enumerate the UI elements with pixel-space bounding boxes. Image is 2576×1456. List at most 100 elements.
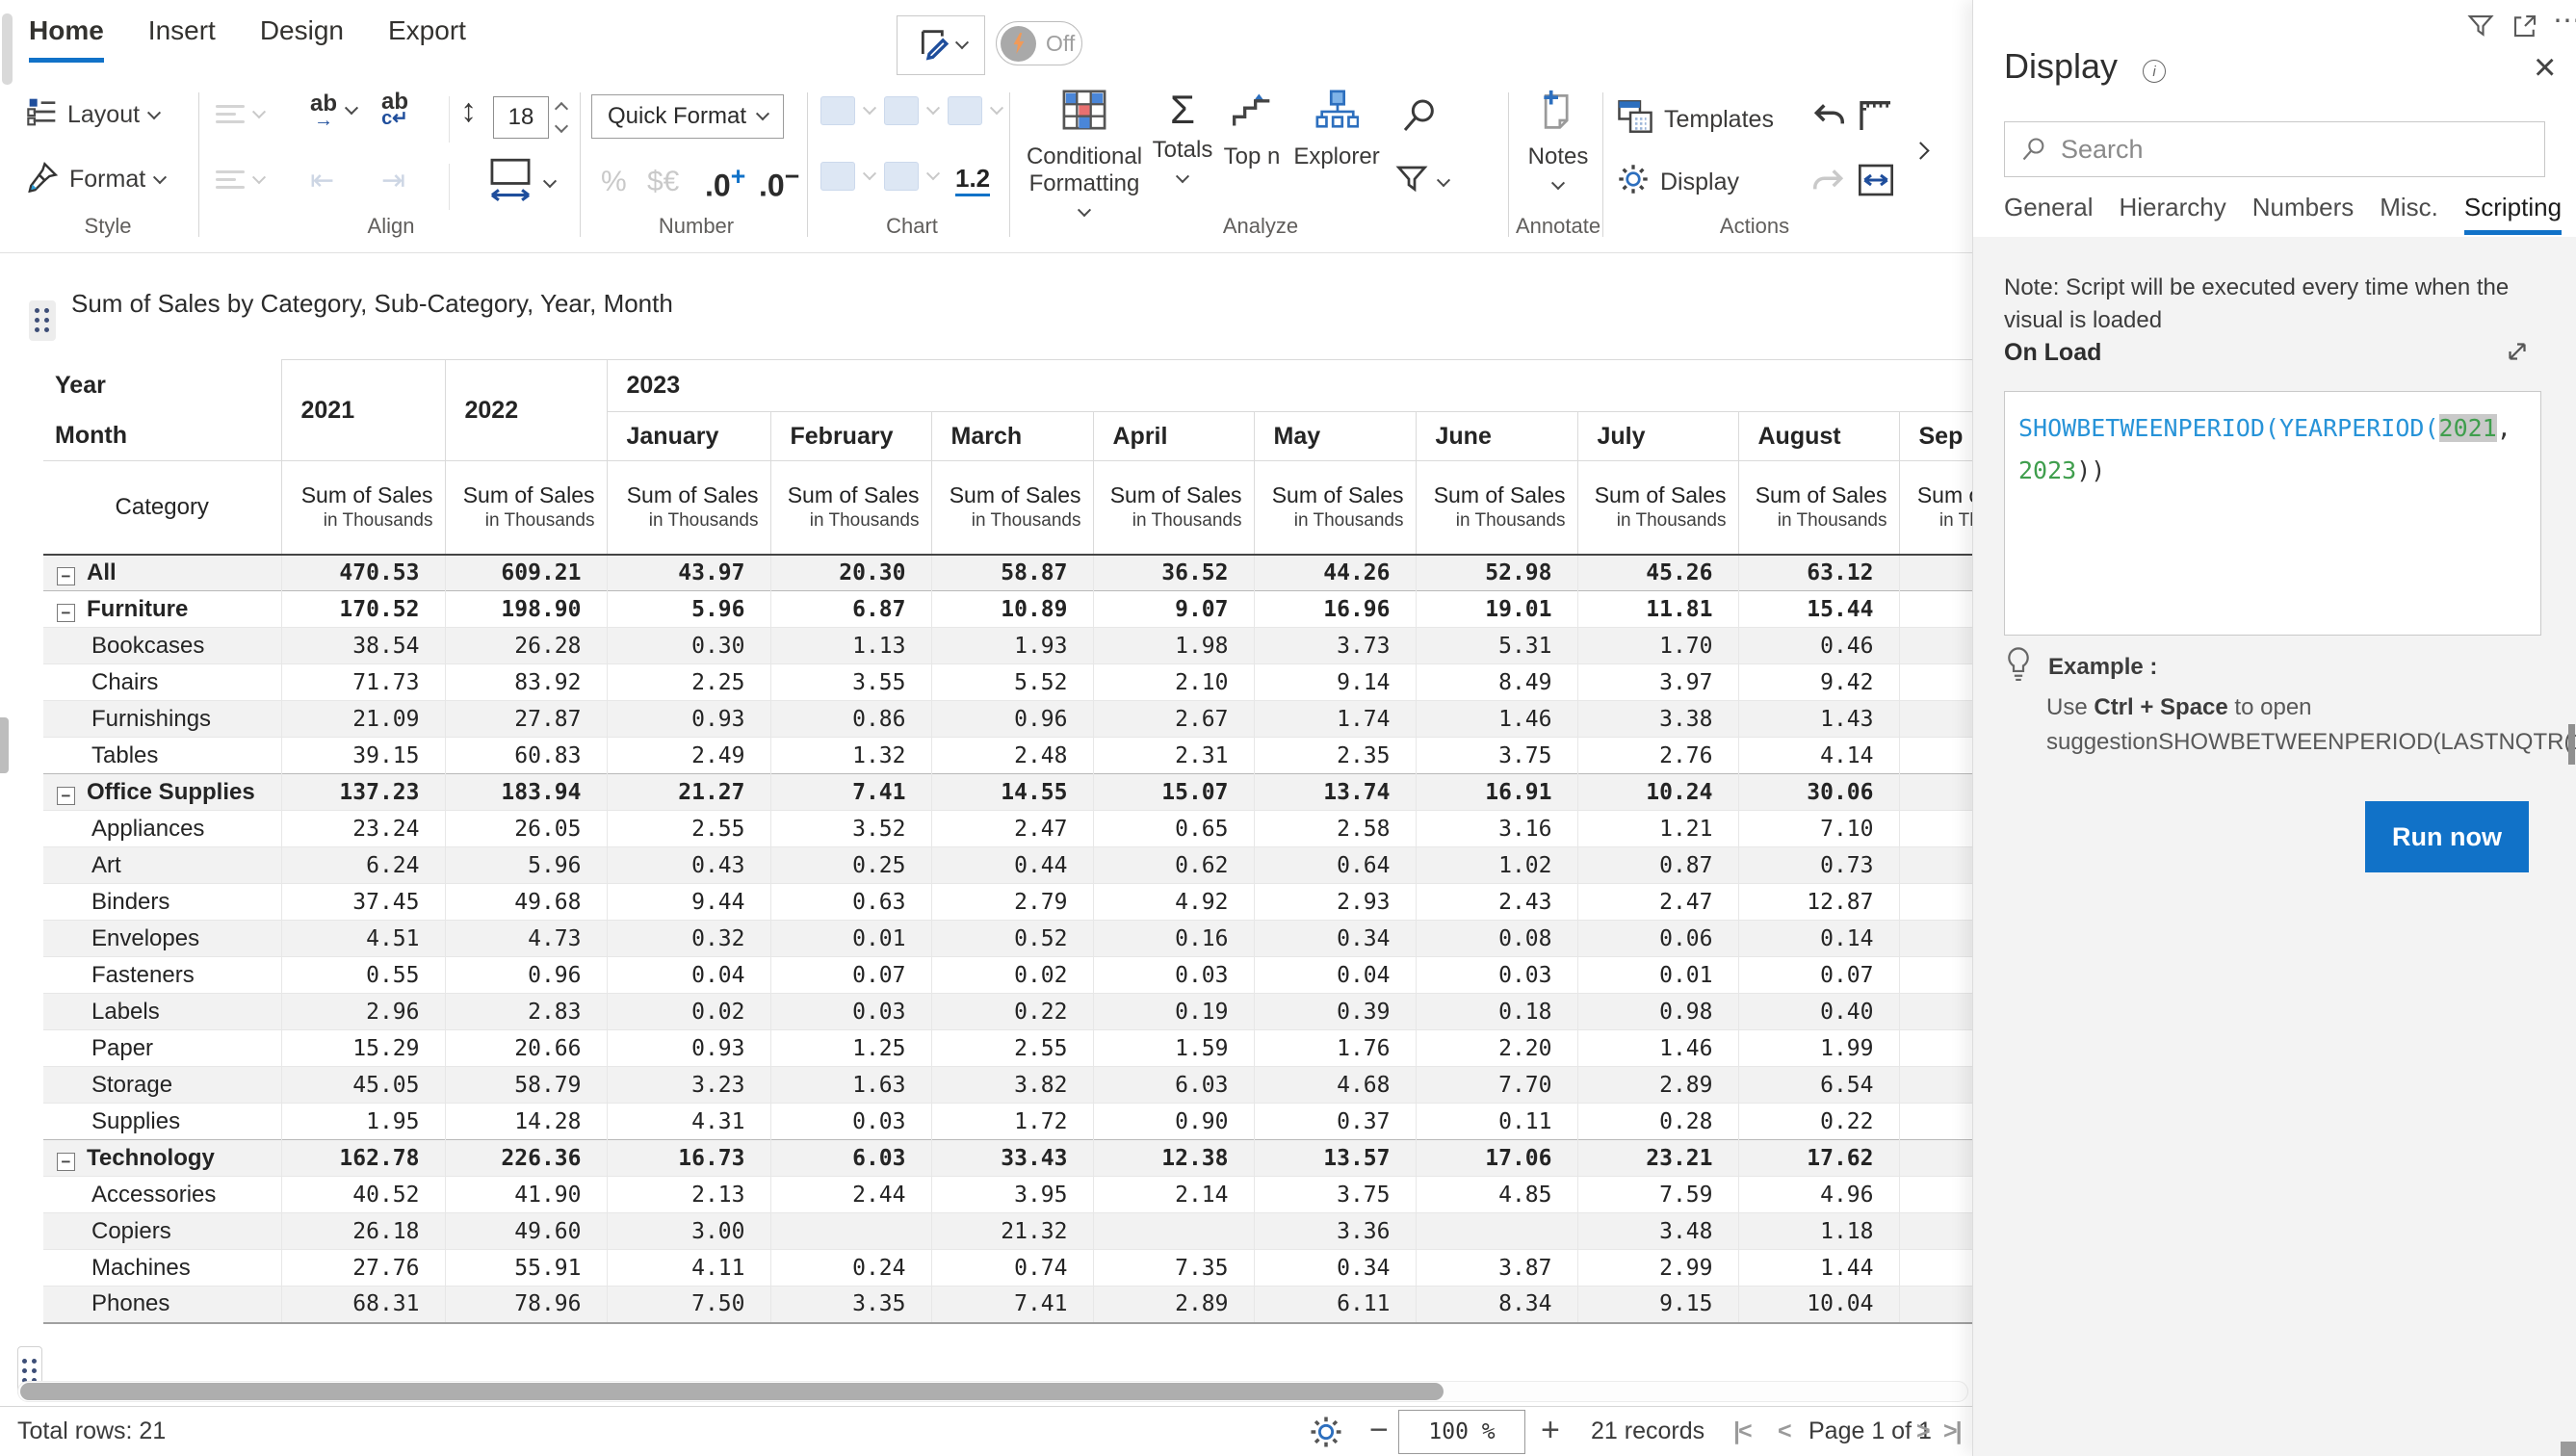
value-cell[interactable]: 23.21 <box>1577 1140 1738 1177</box>
value-cell[interactable]: 0.30 <box>607 628 770 664</box>
value-cell[interactable]: 15.44 <box>1738 591 1899 628</box>
value-cell[interactable]: 3.48 <box>1577 1213 1738 1250</box>
value-cell[interactable]: 0.04 <box>607 957 770 994</box>
value-cell[interactable] <box>1899 1140 1972 1177</box>
value-cell[interactable] <box>1899 774 1972 811</box>
value-cell[interactable]: 0.07 <box>1738 957 1899 994</box>
value-cell[interactable]: 17.62 <box>1738 1140 1899 1177</box>
value-cell[interactable]: 41.90 <box>445 1177 607 1213</box>
value-cell[interactable]: 3.73 <box>1254 628 1416 664</box>
value-cell[interactable]: 19.01 <box>1416 591 1577 628</box>
decrease-decimal-button[interactable]: .0− <box>759 162 799 204</box>
value-cell[interactable]: 0.08 <box>1416 921 1577 957</box>
value-cell[interactable]: 0.18 <box>1416 994 1577 1030</box>
value-cell[interactable]: 11.81 <box>1577 591 1738 628</box>
value-cell[interactable]: 20.30 <box>770 555 931 591</box>
value-cell[interactable]: 1.21 <box>1577 811 1738 847</box>
page-first-button[interactable]: |< <box>1733 1417 1751 1445</box>
value-cell[interactable]: 7.35 <box>1093 1250 1254 1287</box>
value-cell[interactable]: 0.22 <box>1738 1104 1899 1140</box>
value-cell[interactable]: 0.01 <box>770 921 931 957</box>
row-label[interactable]: Envelopes <box>43 921 281 957</box>
value-cell[interactable]: 6.03 <box>1093 1067 1254 1104</box>
value-cell[interactable] <box>1899 811 1972 847</box>
value-cell[interactable]: 58.79 <box>445 1067 607 1104</box>
value-cell[interactable]: 10.04 <box>1738 1287 1899 1323</box>
value-cell[interactable]: 2.96 <box>281 994 445 1030</box>
value-cell[interactable]: 2.49 <box>607 738 770 774</box>
value-cell[interactable] <box>1899 1250 1972 1287</box>
value-cell[interactable]: 3.16 <box>1416 811 1577 847</box>
value-cell[interactable]: 0.02 <box>931 957 1093 994</box>
value-cell[interactable]: 0.03 <box>770 994 931 1030</box>
value-cell[interactable]: 2.25 <box>607 664 770 701</box>
text-overflow-button[interactable]: ab→ <box>310 94 356 127</box>
value-cell[interactable]: 5.96 <box>607 591 770 628</box>
value-cell[interactable]: 49.68 <box>445 884 607 921</box>
value-cell[interactable]: 38.54 <box>281 628 445 664</box>
value-cell[interactable]: 44.26 <box>1254 555 1416 591</box>
value-cell[interactable]: 43.97 <box>607 555 770 591</box>
value-cell[interactable]: 0.11 <box>1416 1104 1577 1140</box>
value-cell[interactable]: 0.39 <box>1254 994 1416 1030</box>
panel-tab-hierarchy[interactable]: Hierarchy <box>2120 193 2226 235</box>
panel-tab-misc[interactable]: Misc. <box>2380 193 2438 235</box>
value-cell[interactable]: 37.45 <box>281 884 445 921</box>
value-cell[interactable]: 9.42 <box>1738 664 1899 701</box>
value-cell[interactable]: 2.35 <box>1254 738 1416 774</box>
value-cell[interactable] <box>1093 1213 1254 1250</box>
value-cell[interactable]: 8.49 <box>1416 664 1577 701</box>
filter-button[interactable] <box>1394 162 1448 203</box>
value-cell[interactable]: 0.52 <box>931 921 1093 957</box>
value-cell[interactable]: 7.70 <box>1416 1067 1577 1104</box>
zoom-in-button[interactable]: + <box>1541 1416 1560 1444</box>
value-cell[interactable]: 0.63 <box>770 884 931 921</box>
value-cell[interactable]: 2.67 <box>1093 701 1254 738</box>
value-cell[interactable]: 16.96 <box>1254 591 1416 628</box>
value-cell[interactable]: 1.93 <box>931 628 1093 664</box>
value-cell[interactable]: 3.97 <box>1577 664 1738 701</box>
value-cell[interactable]: 1.32 <box>770 738 931 774</box>
value-cell[interactable]: 0.19 <box>1093 994 1254 1030</box>
value-cell[interactable]: 9.15 <box>1577 1287 1738 1323</box>
value-cell[interactable]: 137.23 <box>281 774 445 811</box>
value-cell[interactable]: 3.55 <box>770 664 931 701</box>
value-cell[interactable]: 4.85 <box>1416 1177 1577 1213</box>
value-cell[interactable]: 1.95 <box>281 1104 445 1140</box>
page-prev-button[interactable]: < <box>1778 1417 1790 1445</box>
value-cell[interactable]: 20.66 <box>445 1030 607 1067</box>
collapse-icon[interactable]: − <box>57 604 75 622</box>
value-cell[interactable]: 2.20 <box>1416 1030 1577 1067</box>
value-cell[interactable] <box>770 1213 931 1250</box>
value-cell[interactable]: 6.24 <box>281 847 445 884</box>
value-cell[interactable]: 0.62 <box>1093 847 1254 884</box>
value-cell[interactable]: 4.73 <box>445 921 607 957</box>
row-height-button[interactable]: ↕ <box>460 92 477 130</box>
value-cell[interactable]: 45.05 <box>281 1067 445 1104</box>
value-cell[interactable]: 1.74 <box>1254 701 1416 738</box>
layout-button[interactable]: Layout <box>27 96 159 134</box>
value-cell[interactable]: 2.55 <box>607 811 770 847</box>
value-cell[interactable]: 49.60 <box>445 1213 607 1250</box>
increase-decimal-button[interactable]: .0+ <box>705 162 745 204</box>
display-button[interactable]: Display <box>1616 162 1739 203</box>
value-cell[interactable]: 4.68 <box>1254 1067 1416 1104</box>
value-cell[interactable]: 2.48 <box>931 738 1093 774</box>
edit-mode-button[interactable] <box>897 15 985 75</box>
value-cell[interactable]: 2.10 <box>1093 664 1254 701</box>
scrollbar-thumb[interactable] <box>20 1383 1444 1400</box>
value-cell[interactable]: 7.41 <box>931 1287 1093 1323</box>
value-cell[interactable]: 8.34 <box>1416 1287 1577 1323</box>
value-cell[interactable]: 26.18 <box>281 1213 445 1250</box>
value-cell[interactable]: 0.96 <box>931 701 1093 738</box>
value-cell[interactable]: 0.14 <box>1738 921 1899 957</box>
row-label[interactable]: Copiers <box>43 1213 281 1250</box>
value-cell[interactable]: 3.38 <box>1577 701 1738 738</box>
row-label[interactable]: −Technology <box>43 1140 281 1177</box>
value-cell[interactable]: 170.52 <box>281 591 445 628</box>
value-cell[interactable]: 27.76 <box>281 1250 445 1287</box>
fit-width-button[interactable] <box>1857 162 1895 205</box>
value-cell[interactable]: 3.00 <box>607 1213 770 1250</box>
value-cell[interactable]: 9.07 <box>1093 591 1254 628</box>
collapse-icon[interactable]: − <box>57 787 75 805</box>
